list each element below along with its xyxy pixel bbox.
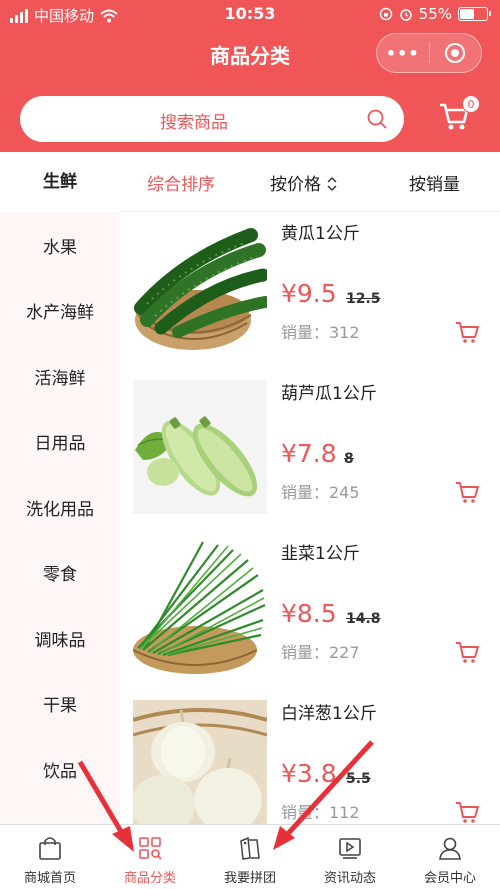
sort-arrows-icon [327, 176, 337, 192]
sort-sales-tab[interactable]: 按销量 [409, 170, 460, 195]
tab-label: 会员中心 [423, 871, 476, 886]
product-name: 白洋葱1公斤 [281, 704, 377, 724]
cart-count-badge: 0 [462, 95, 480, 113]
search-placeholder: 搜索商品 [160, 113, 228, 133]
product-image-cucumber [133, 220, 267, 354]
product-price: ¥9.5 [281, 279, 337, 308]
tab-member[interactable]: 会员中心 [400, 825, 500, 889]
add-to-cart-icon[interactable] [454, 479, 480, 505]
orientation-lock-icon [379, 7, 392, 21]
tab-label: 商城首页 [23, 871, 76, 886]
status-bar: 中国移动 10:53 55% [0, 0, 500, 30]
category-search-icon [139, 837, 162, 860]
product-price: ¥8.5 [281, 599, 337, 628]
tab-news[interactable]: 资讯动态 [300, 825, 400, 889]
product-price: ¥3.8 [281, 759, 337, 788]
product-sales: 销量：245 [281, 483, 360, 502]
shopping-bag-icon [39, 837, 61, 860]
product-card[interactable]: 白洋葱1公斤 ¥3.8 5.5 销量：112 [120, 695, 500, 824]
sidebar-item-toiletries[interactable]: 洗化用品 [0, 480, 120, 540]
sort-bar: 综合排序 按价格 按销量 [120, 152, 500, 212]
tab-label: 资讯动态 [323, 871, 376, 886]
product-original-price: 5.5 [346, 771, 371, 787]
sidebar-item-daily-goods[interactable]: 日用品 [0, 414, 120, 474]
close-miniprogram-button[interactable] [429, 43, 481, 63]
sort-price-label: 按价格 [270, 175, 321, 195]
sidebar-item-seasoning[interactable]: 调味品 [0, 611, 120, 671]
user-icon [439, 837, 461, 860]
sidebar-item-drinks[interactable]: 饮品 [0, 742, 120, 802]
category-sidebar: 生鲜 水果 水产海鲜 活海鲜 日用品 洗化用品 零食 调味品 干果 饮品 [0, 152, 120, 824]
product-original-price: 8 [344, 451, 354, 467]
more-button[interactable]: ••• [377, 44, 429, 63]
add-to-cart-icon[interactable] [454, 799, 480, 824]
product-original-price: 14.8 [346, 611, 381, 627]
sort-default-tab[interactable]: 综合排序 [147, 170, 215, 195]
product-original-price: 12.5 [346, 291, 381, 307]
product-card[interactable]: 韭菜1公斤 ¥8.5 14.8 销量：227 [120, 535, 500, 695]
sidebar-item-snacks[interactable]: 零食 [0, 545, 120, 605]
add-to-cart-icon[interactable] [454, 319, 480, 345]
product-price: ¥7.8 [281, 439, 337, 468]
battery-percent: 55% [418, 5, 452, 23]
product-image-white-onion [133, 700, 267, 824]
product-name: 葫芦瓜1公斤 [281, 384, 377, 404]
search-icon[interactable] [366, 108, 388, 130]
tab-group-buy[interactable]: 我要拼团 [200, 825, 300, 889]
sidebar-item-live-seafood[interactable]: 活海鲜 [0, 349, 120, 409]
header: 中国移动 10:53 55% 商品分类 ••• 搜索商品 0 [0, 0, 500, 152]
sidebar-item-fresh[interactable]: 生鲜 [0, 152, 120, 212]
add-to-cart-icon[interactable] [454, 639, 480, 665]
bottom-tab-bar: 商城首页 商品分类 我要拼团 资讯动态 会员中心 [0, 824, 500, 889]
product-card[interactable]: 黄瓜1公斤 ¥9.5 12.5 销量：312 [120, 215, 500, 375]
sidebar-item-aquatic-seafood[interactable]: 水产海鲜 [0, 283, 120, 343]
product-image-zucchini [133, 380, 267, 514]
tab-label: 我要拼团 [223, 871, 276, 886]
product-name: 黄瓜1公斤 [281, 224, 360, 244]
search-bar[interactable]: 搜索商品 [20, 96, 404, 142]
play-video-icon [339, 838, 361, 859]
tab-label: 商品分类 [123, 871, 176, 886]
battery-icon [458, 7, 491, 21]
product-sales: 销量：112 [281, 803, 360, 822]
product-sales: 销量：227 [281, 643, 360, 662]
product-card[interactable]: 葫芦瓜1公斤 ¥7.8 8 销量：245 [120, 375, 500, 535]
alarm-icon [399, 9, 412, 21]
sidebar-item-dried-fruit[interactable]: 干果 [0, 676, 120, 736]
tag-icon [240, 836, 260, 860]
target-icon [445, 43, 466, 63]
tab-category[interactable]: 商品分类 [100, 825, 200, 889]
product-name: 韭菜1公斤 [281, 544, 360, 564]
product-sales: 销量：312 [281, 323, 360, 342]
sort-price-tab[interactable]: 按价格 [270, 170, 338, 195]
tab-home[interactable]: 商城首页 [0, 825, 100, 889]
sidebar-item-fruit[interactable]: 水果 [0, 218, 120, 278]
product-image-chives [133, 540, 267, 674]
mini-program-capsule: ••• [376, 33, 482, 73]
